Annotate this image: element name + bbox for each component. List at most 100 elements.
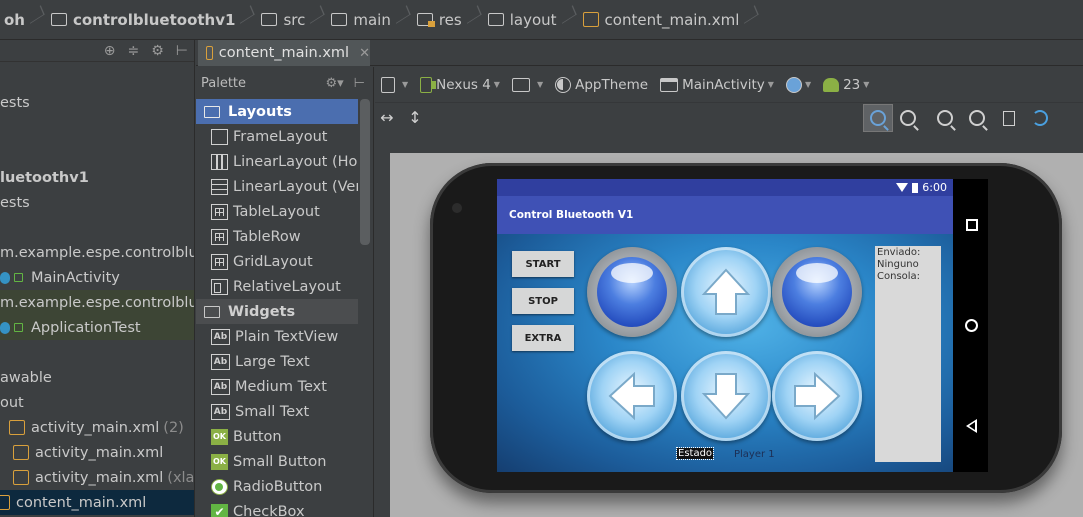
- tree-item[interactable]: luetoothv1: [0, 165, 194, 190]
- breadcrumb-item-layout[interactable]: layout: [484, 0, 579, 40]
- palette-item-small-text[interactable]: Ab Small Text: [196, 399, 358, 424]
- zoom-in-button[interactable]: [930, 104, 960, 132]
- gear-icon[interactable]: ⚙: [151, 44, 164, 58]
- left-arrow-button[interactable]: [587, 351, 677, 441]
- zoom-actual-button[interactable]: [893, 104, 923, 132]
- tree-item[interactable]: ests: [0, 190, 194, 215]
- rotate-device-icon: [511, 77, 530, 92]
- tree-item-activity-main-group[interactable]: activity_main.xml (2): [0, 415, 194, 440]
- zoom-to-fit-button[interactable]: [863, 104, 893, 132]
- estado-label[interactable]: Estado: [675, 447, 715, 460]
- palette-item-small-button[interactable]: OK Small Button: [196, 449, 358, 474]
- theme-icon: [555, 76, 572, 93]
- palette-item-frame-layout[interactable]: FrameLayout: [196, 124, 358, 149]
- breadcrumb-item-file[interactable]: content_main.xml: [579, 0, 762, 40]
- folder-icon: [487, 13, 504, 26]
- breadcrumb-item-main[interactable]: main: [327, 0, 412, 40]
- player-label: Player 1: [734, 449, 775, 460]
- linear-layout-horizontal-icon: [211, 153, 228, 170]
- tree-item-main-activity[interactable]: MainActivity: [0, 265, 194, 290]
- device-screen[interactable]: 6:00 Control Bluetooth V1 START STOP EXT…: [497, 179, 953, 472]
- palette-item-button[interactable]: OK Button: [196, 424, 358, 449]
- tree-item-package[interactable]: m.example.espe.controlbluetoothv1: [0, 290, 194, 315]
- breadcrumb-item-res[interactable]: res: [413, 0, 484, 40]
- folder-icon: [50, 13, 67, 26]
- close-icon[interactable]: ✕: [359, 46, 370, 61]
- tree-item-layout[interactable]: out: [0, 390, 194, 415]
- button-widget-icon: OK: [211, 428, 228, 445]
- palette-item-relative-layout[interactable]: RelativeLayout: [196, 274, 358, 299]
- grid-layout-icon: [211, 253, 228, 270]
- breadcrumb-item-root[interactable]: oh: [0, 0, 47, 40]
- palette-item-table-layout[interactable]: TableLayout: [196, 199, 358, 224]
- zoom-out-button[interactable]: [962, 104, 992, 132]
- resize-vertical-icon[interactable]: ↕: [405, 108, 425, 128]
- breadcrumb-item-src[interactable]: src: [257, 0, 327, 40]
- tab-content-main[interactable]: content_main.xml ✕: [198, 40, 370, 66]
- tree-item-package[interactable]: m.example.espe.controlbluetoothv1: [0, 240, 194, 265]
- globe-icon: [785, 76, 802, 93]
- jump-to-source-button[interactable]: [994, 104, 1024, 132]
- activity-dropdown[interactable]: MainActivity ▼: [654, 67, 780, 103]
- console-line: Consola:: [877, 271, 921, 282]
- battery-icon: [912, 182, 919, 193]
- palette-item-medium-text[interactable]: Ab Medium Text: [196, 374, 358, 399]
- design-mode-dropdown[interactable]: ▼: [375, 67, 414, 103]
- palette-item-grid-layout[interactable]: GridLayout: [196, 249, 358, 274]
- editor-tab-bar: content_main.xml ✕: [196, 40, 1083, 66]
- palette-item-large-text[interactable]: Ab Large Text: [196, 349, 358, 374]
- tree-item[interactable]: ests: [0, 90, 194, 115]
- palette-item-radio-button[interactable]: RadioButton: [196, 474, 358, 499]
- gear-icon[interactable]: ⚙▾: [325, 76, 343, 91]
- up-arrow-button[interactable]: [681, 247, 771, 337]
- tree-item-drawable[interactable]: awable: [0, 365, 194, 390]
- locate-icon[interactable]: ⊕: [104, 44, 116, 58]
- zoom-fit-icon: [870, 110, 886, 126]
- down-arrow-button[interactable]: [681, 351, 771, 441]
- palette-item-plain-textview[interactable]: Ab Plain TextView: [196, 324, 358, 349]
- tree-item-activity-main[interactable]: activity_main.xml: [0, 440, 194, 465]
- breadcrumb-item-module[interactable]: controlbluetoothv1: [47, 0, 257, 40]
- text-view-icon: Ab: [211, 378, 230, 395]
- console-line: Ninguno: [877, 259, 919, 270]
- action-b-button[interactable]: [772, 247, 862, 337]
- theme-selector[interactable]: AppTheme: [549, 67, 654, 103]
- extra-button[interactable]: EXTRA: [512, 325, 574, 351]
- table-layout-icon: [211, 203, 228, 220]
- hide-panel-icon[interactable]: ⊢: [354, 76, 365, 91]
- palette-item-table-row[interactable]: TableRow: [196, 224, 358, 249]
- palette-item-linear-layout-horizontal[interactable]: LinearLayout (Horizontal): [196, 149, 358, 174]
- right-arrow-button[interactable]: [772, 351, 862, 441]
- action-a-button[interactable]: [587, 247, 677, 337]
- radio-button-icon: [211, 478, 228, 495]
- palette-title: Palette: [201, 75, 247, 91]
- palette-group-layouts[interactable]: Layouts: [196, 99, 358, 124]
- start-button[interactable]: START: [512, 251, 574, 277]
- back-icon[interactable]: [966, 419, 977, 433]
- device-dropdown[interactable]: Nexus 4 ▼: [414, 67, 506, 103]
- palette-item-linear-layout-vertical[interactable]: LinearLayout (Vertical): [196, 174, 358, 199]
- palette-group-widgets[interactable]: Widgets: [196, 299, 358, 324]
- palette-item-checkbox[interactable]: ✔ CheckBox: [196, 499, 358, 517]
- tree-item-application-test[interactable]: ApplicationTest: [0, 315, 194, 340]
- android-icon: [823, 77, 840, 92]
- palette-panel: Palette ⚙▾ ⊢ Layouts FrameLayout LinearL…: [196, 67, 374, 517]
- collapse-icon[interactable]: ≑: [128, 44, 140, 58]
- test-class-icon: [0, 321, 10, 334]
- designer-toolbar: ▼ Nexus 4 ▼ ▼ AppTheme MainActivity ▼ ▼ 23…: [375, 67, 1083, 103]
- console-line: Enviado:: [877, 247, 921, 258]
- resize-horizontal-icon[interactable]: ↔: [377, 108, 397, 128]
- recents-icon[interactable]: [966, 219, 978, 231]
- api-level-dropdown[interactable]: 23 ▼: [817, 67, 875, 103]
- xml-file-icon: [9, 420, 25, 435]
- orientation-dropdown[interactable]: ▼: [506, 67, 549, 103]
- home-icon[interactable]: [965, 319, 978, 332]
- zoom-in-icon: [937, 110, 953, 126]
- refresh-button[interactable]: [1025, 104, 1055, 132]
- tree-item-content-main[interactable]: content_main.xml: [0, 490, 194, 515]
- tree-item-activity-main-xlarge[interactable]: activity_main.xml(xlarge: [0, 465, 194, 490]
- palette-scrollbar[interactable]: [360, 99, 370, 245]
- hide-panel-icon[interactable]: ⊢: [176, 44, 188, 58]
- locale-dropdown[interactable]: ▼: [780, 67, 817, 103]
- stop-button[interactable]: STOP: [512, 288, 574, 314]
